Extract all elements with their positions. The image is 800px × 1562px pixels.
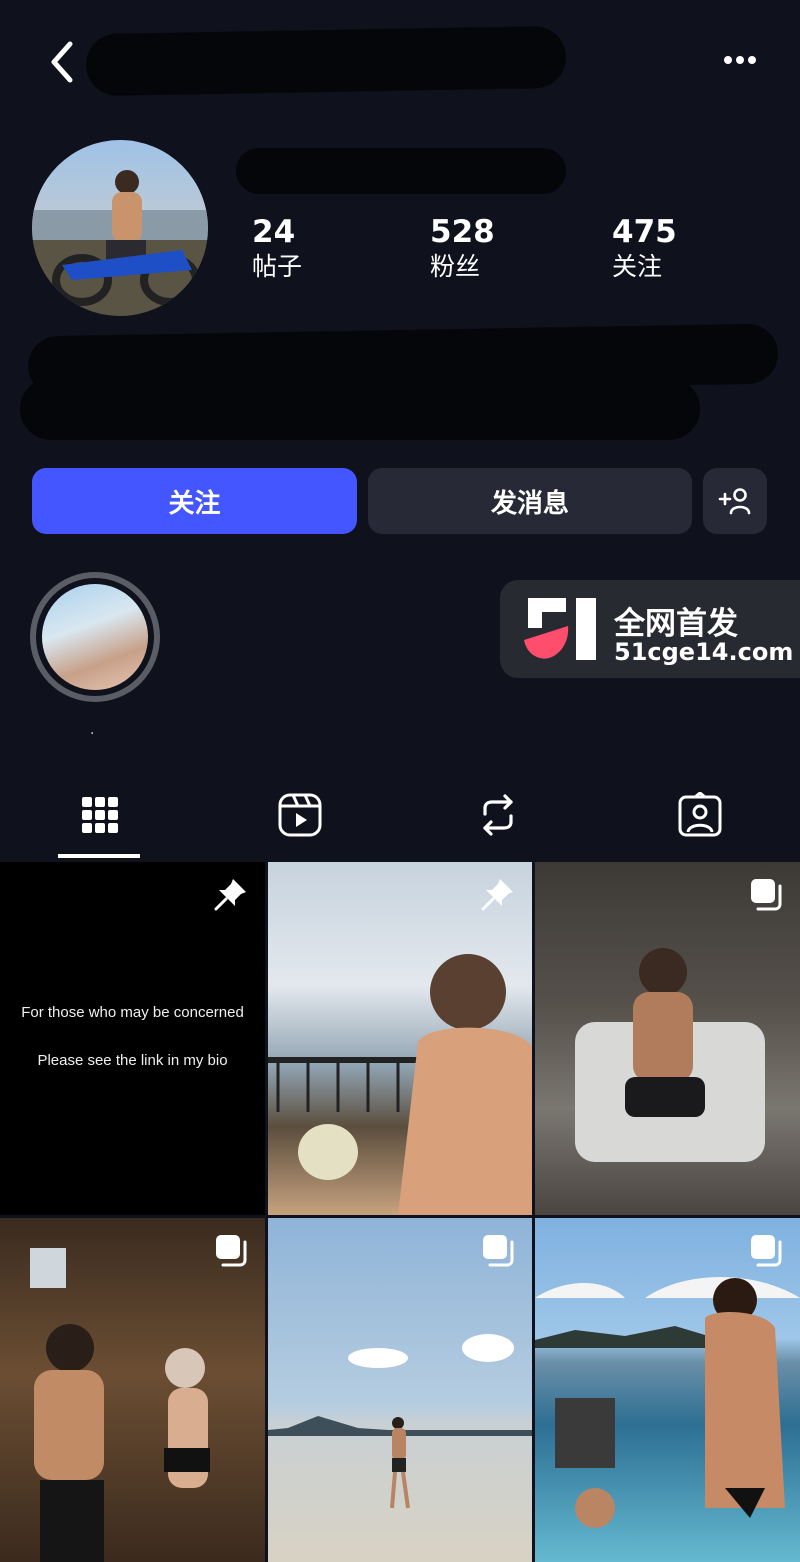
stat-followers-label: 粉丝 xyxy=(430,252,481,281)
stat-following-label: 关注 xyxy=(612,252,663,281)
site-watermark: 全网首发 51cge14.com xyxy=(500,580,800,678)
avatar-photo xyxy=(32,170,208,316)
post-photo-beach[interactable] xyxy=(268,1218,532,1562)
post-photo-armchair[interactable] xyxy=(535,862,800,1215)
carousel-icon xyxy=(751,1235,782,1267)
stat-posts[interactable]: 24 帖子 xyxy=(252,214,392,284)
tab-posts-grid[interactable] xyxy=(70,790,130,840)
story-highlight-label: . xyxy=(90,722,95,738)
stat-followers-count: 528 xyxy=(430,214,495,250)
tab-tagged[interactable] xyxy=(670,790,730,840)
post-text-line-1: For those who may be concerned xyxy=(21,1004,244,1021)
stat-posts-count: 24 xyxy=(252,214,296,250)
watermark-logo xyxy=(524,598,596,660)
reposts-icon xyxy=(483,794,513,836)
carousel-icon xyxy=(216,1235,247,1267)
carousel-icon xyxy=(751,879,782,911)
grid-icon xyxy=(82,797,118,833)
story-highlight-cover xyxy=(42,584,148,690)
pin-icon xyxy=(481,879,513,911)
stat-following[interactable]: 475 关注 xyxy=(612,214,752,284)
tagged-icon xyxy=(678,792,722,837)
post-photo-scene xyxy=(575,948,765,1162)
post-photo-pool[interactable] xyxy=(535,1218,800,1562)
posts-grid: For those who may be concerned Please se… xyxy=(0,862,800,1562)
reels-icon xyxy=(278,793,322,837)
stat-followers[interactable]: 528 粉丝 xyxy=(430,214,570,284)
tab-selected-indicator xyxy=(58,854,140,858)
post-photo-scene xyxy=(535,1277,800,1528)
pin-icon xyxy=(214,879,246,911)
post-photo-scene xyxy=(268,954,532,1215)
display-name-redaction xyxy=(236,148,566,194)
tab-reels[interactable] xyxy=(270,790,330,840)
more-horizontal-icon xyxy=(724,56,756,64)
profile-header xyxy=(0,0,800,120)
username-redaction xyxy=(85,25,567,97)
story-highlight[interactable] xyxy=(30,572,160,702)
message-button[interactable]: 发消息 xyxy=(368,468,692,534)
stat-posts-label: 帖子 xyxy=(252,252,303,281)
more-options-button[interactable] xyxy=(720,48,760,72)
person-add-icon xyxy=(718,488,751,515)
post-photo-pinned[interactable] xyxy=(268,862,532,1215)
post-photo-scene xyxy=(30,1248,210,1562)
chevron-left-icon xyxy=(51,41,73,83)
tab-reposts[interactable] xyxy=(468,790,528,840)
watermark-url: 51cge14.com xyxy=(614,638,794,666)
post-photo-scene xyxy=(268,1334,532,1509)
profile-avatar[interactable] xyxy=(32,140,208,316)
stat-following-count: 475 xyxy=(612,214,677,250)
watermark-title: 全网首发 xyxy=(614,606,738,642)
carousel-icon xyxy=(483,1235,514,1267)
follow-button[interactable]: 关注 xyxy=(32,468,357,534)
post-pinned-text[interactable]: For those who may be concerned Please se… xyxy=(0,862,265,1215)
back-button[interactable] xyxy=(44,38,84,86)
profile-tabs xyxy=(0,770,800,862)
bio-redaction-2 xyxy=(20,378,700,440)
post-text-line-2: Please see the link in my bio xyxy=(37,1052,228,1069)
post-photo-elevator[interactable] xyxy=(0,1218,265,1562)
suggest-users-button[interactable] xyxy=(703,468,767,534)
